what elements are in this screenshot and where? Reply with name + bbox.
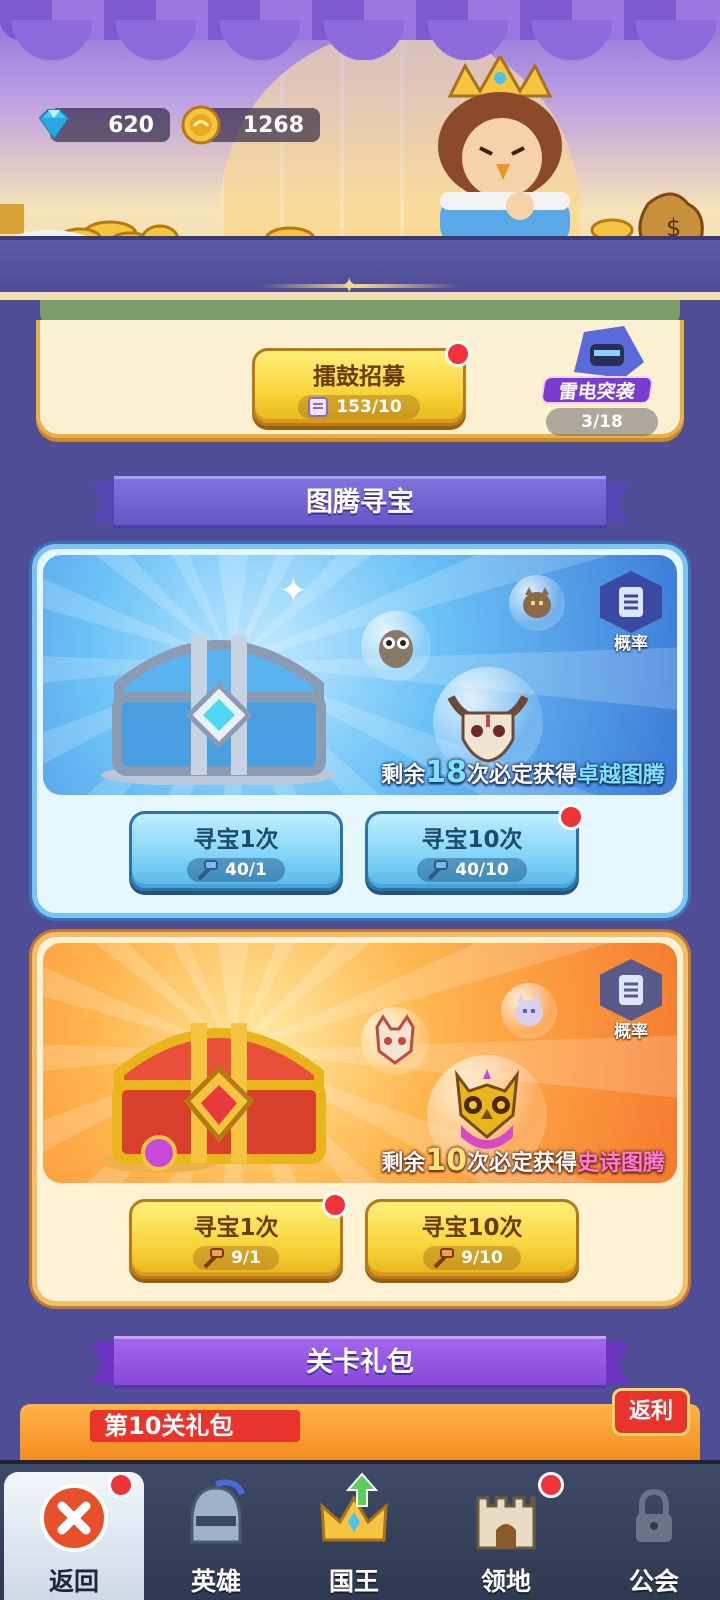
header-band: ✦ [0, 236, 720, 299]
nav-heroes-label: 英雄 [190, 1567, 241, 1596]
section-ribbon-stage-gift: 关卡礼包 [90, 1332, 630, 1392]
guarantee-text: 剩余10次必定获得史诗图腾 [381, 1143, 665, 1178]
bottom-nav: 返回 英雄 国王 领地 公会 [0, 1460, 720, 1600]
thunder-raid-event[interactable]: 雷电突袭 3/18 [540, 326, 666, 436]
thunder-raid-progress: 3/18 [546, 408, 658, 436]
orange-treasure-card: 概率 剩余10次必定获得史诗图腾 寻宝1次 9/1 寻宝10次 9/10 [32, 932, 688, 1306]
drum-recruit-button[interactable]: 擂鼓招募 153/10 [252, 341, 471, 426]
draw-once-cost: 40/1 [225, 860, 267, 880]
draw-once-button[interactable]: 寻宝1次 9/1 [129, 1192, 348, 1279]
section-title: 关卡礼包 [306, 1347, 414, 1378]
guarantee-reward: 卓越图腾 [576, 763, 665, 788]
stage-gift-pack[interactable]: 第10关礼包 返利 [20, 1388, 700, 1464]
fox-mask-totem-icon [375, 1014, 415, 1065]
tiger-totem-icon [523, 587, 551, 618]
notification-dot [558, 804, 584, 830]
nav-king[interactable]: 国王 [284, 1472, 424, 1600]
gold-amount: 1268 [242, 112, 304, 138]
gold-coin-icon [181, 105, 221, 145]
rebate-badge: 返利 [612, 1388, 690, 1436]
nav-king-label: 国王 [328, 1567, 379, 1596]
lock-icon [636, 1488, 672, 1542]
draw-ten-button[interactable]: 寻宝10次 9/10 [365, 1199, 579, 1279]
guarantee-count: 18 [425, 755, 467, 790]
draw-ten-label: 寻宝10次 [421, 827, 523, 853]
sparkle-icon: ✦ [279, 571, 308, 611]
blue-treasure-card: ✦ 概率 剩余18次必定获得卓越图腾 寻宝1次 40/1 寻宝10次 40/10 [32, 544, 688, 918]
nav-heroes[interactable]: 英雄 [146, 1472, 286, 1600]
draw-ten-cost: 9/10 [461, 1248, 503, 1268]
drum-recruit-cost: 153/10 [336, 397, 402, 417]
thunder-raid-label: 雷电突袭 [540, 376, 654, 404]
wolf-totem-orb [501, 983, 557, 1039]
shop-content[interactable]: 擂鼓招募 153/10 雷电突袭 3/18 图腾寻宝 ✦ 概率 剩余18次必定获… [0, 300, 720, 1464]
nav-territory[interactable]: 领地 [436, 1472, 576, 1600]
nav-back[interactable]: 返回 [4, 1472, 144, 1600]
nav-guild-label: 公会 [628, 1567, 679, 1596]
gem-amount: 620 [108, 112, 154, 138]
notification-dot [538, 1472, 564, 1498]
owl-totem-icon [379, 630, 413, 668]
notification-dot [322, 1192, 348, 1218]
draw-once-button[interactable]: 寻宝1次 40/1 [129, 811, 343, 891]
draw-ten-button[interactable]: 寻宝10次 40/10 [365, 804, 584, 891]
hammer-icon [197, 860, 219, 881]
header-banner: 620 1268 $ ✦ [0, 0, 720, 300]
owl-totem-orb [361, 611, 431, 681]
draw-ten-label: 寻宝10次 [421, 1215, 523, 1241]
draw-once-label: 寻宝1次 [193, 1215, 279, 1241]
scroll-icon [308, 397, 329, 417]
section-ribbon-totem-hunt: 图腾寻宝 [90, 472, 630, 532]
notification-dot [445, 341, 471, 367]
gold-chest-icon [99, 1023, 326, 1173]
hammer-icon [427, 860, 449, 881]
guarantee-text: 剩余18次必定获得卓越图腾 [381, 755, 665, 790]
up-arrow-icon [346, 1472, 378, 1507]
probability-button[interactable]: 概率 [597, 959, 665, 1042]
nav-back-label: 返回 [48, 1567, 99, 1596]
close-icon [40, 1484, 108, 1552]
blue-chest-art: ✦ 概率 剩余18次必定获得卓越图腾 [43, 555, 677, 795]
diamond-icon [38, 109, 70, 140]
draw-once-cost: 9/1 [231, 1248, 261, 1268]
probability-button[interactable]: 概率 [597, 571, 665, 654]
document-icon [619, 975, 643, 1005]
wolf-totem-icon [515, 993, 543, 1026]
tiger-totem-orb [509, 575, 565, 631]
hammer-icon [433, 1248, 455, 1269]
fox-mask-totem-orb [361, 1007, 429, 1075]
silver-chest-icon [101, 635, 337, 785]
hammer-icon [203, 1248, 225, 1269]
draw-ten-cost: 40/10 [455, 860, 509, 880]
nav-territory-label: 领地 [480, 1567, 531, 1596]
guarantee-count: 10 [425, 1143, 467, 1178]
drum-recruit-label: 擂鼓招募 [313, 364, 405, 390]
draw-once-label: 寻宝1次 [193, 827, 279, 853]
notification-dot [108, 1472, 134, 1498]
stage-gift-label: 第10关礼包 [90, 1410, 300, 1442]
document-icon [619, 587, 643, 617]
sparkle-icon: ✦ [340, 274, 359, 299]
guarantee-reward: 史诗图腾 [576, 1151, 665, 1176]
nav-guild[interactable]: 公会 [584, 1472, 720, 1600]
helmet-icon [190, 1479, 245, 1544]
orange-chest-art: 概率 剩余10次必定获得史诗图腾 [43, 943, 677, 1183]
castle-icon [476, 1496, 536, 1550]
section-title: 图腾寻宝 [306, 487, 414, 518]
hero-portrait-icon [574, 326, 644, 378]
king-character [438, 56, 570, 246]
recruit-card: 擂鼓招募 153/10 雷电突袭 3/18 [36, 320, 684, 438]
